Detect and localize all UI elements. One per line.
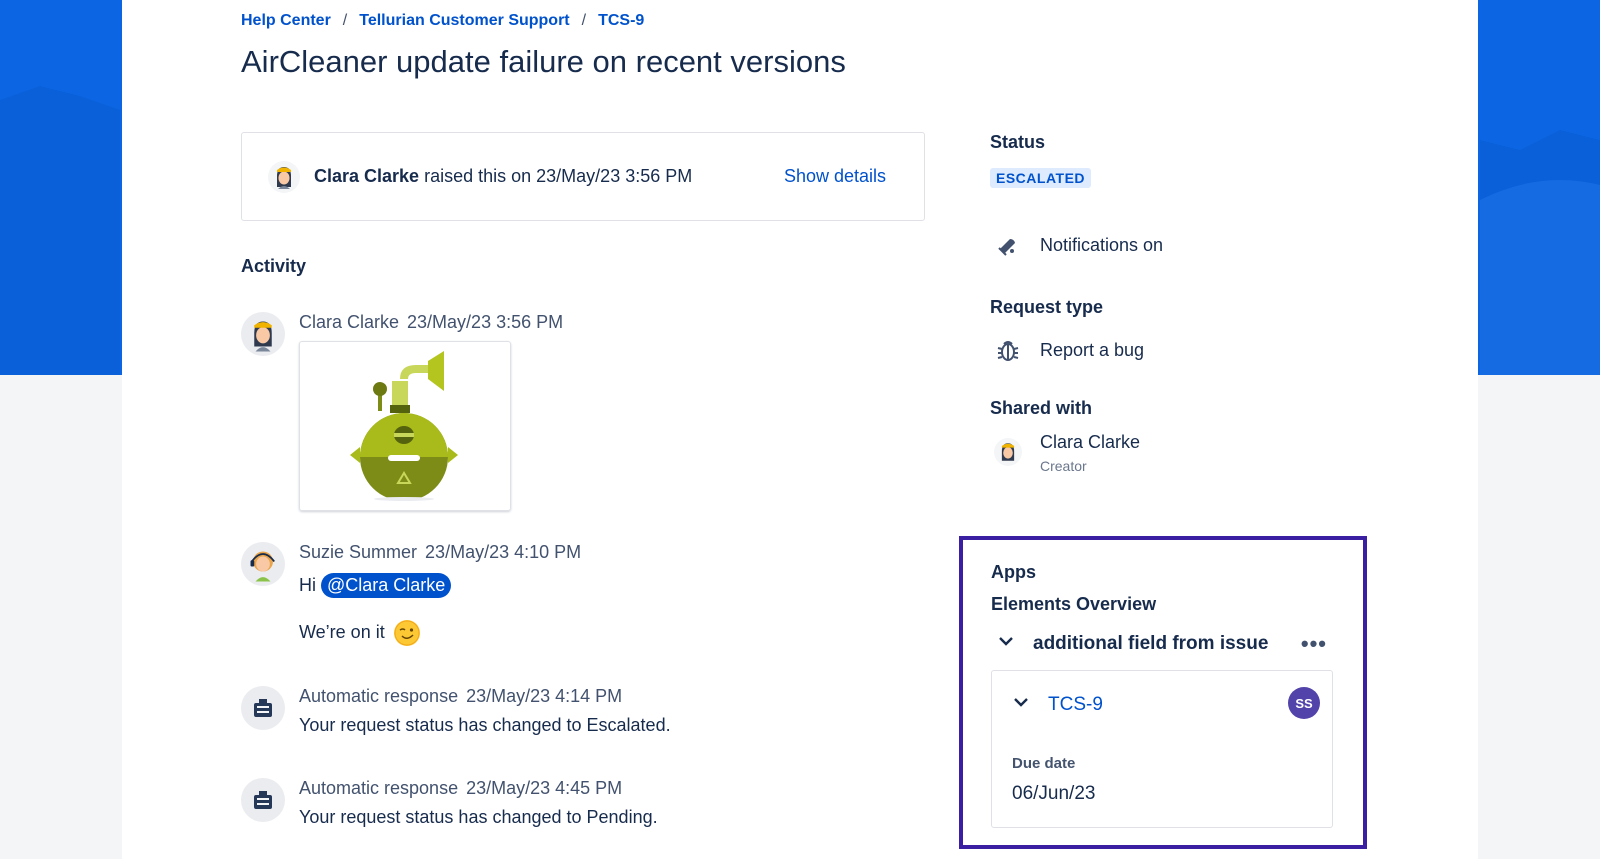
avatar [241,778,285,822]
breadcrumb-separator: / [581,12,587,29]
apps-title: Apps [991,562,1036,582]
author-name: Clara Clarke [299,312,400,332]
message-greeting: Hi [299,575,316,595]
message-text: Your request status has changed to Pendi… [299,807,658,827]
user-mention[interactable]: @Clara Clarke [321,573,452,598]
avatar [241,686,285,730]
show-details-link[interactable]: Show details [784,166,886,187]
elements-overview-title: Elements Overview [991,594,1157,614]
avatar [241,542,285,586]
notifications-toggle[interactable]: Notifications on [994,231,1163,259]
raised-name: Clara Clarke [314,166,420,186]
breadcrumb-project[interactable]: Tellurian Customer Support [359,12,569,30]
raised-text: Clara Clarke raised this on 23/May/23 3:… [314,166,692,187]
due-date-label: Due date [1012,755,1076,772]
message-text: Your request status has changed to Escal… [299,715,671,735]
section-header[interactable]: additional field from issue ••• [997,631,1327,657]
raised-date: raised this on 23/May/23 3:56 PM [424,166,693,186]
breadcrumb-help-center[interactable]: Help Center [241,12,331,30]
bug-icon [994,336,1022,364]
assignee-avatar: SS [1288,687,1320,719]
activity-entry: Automatic response 23/May/23 4:45 PM Your… [241,778,658,828]
request-card: Help Center / Tellurian Customer Support… [122,0,1478,859]
timestamp: 23/May/23 4:45 PM [466,778,623,798]
status-badge: ESCALATED [990,168,1092,188]
winking-face-icon [393,620,420,646]
avatar [994,438,1022,466]
request-type: Report a bug [994,336,1144,364]
shared-user-role: Creator [1040,458,1087,474]
chevron-down-icon[interactable] [1012,693,1030,716]
issue-card: TCS-9 SS Due date 06/Jun/23 [991,670,1333,828]
breadcrumb-issue[interactable]: TCS-9 [598,12,644,30]
timestamp: 23/May/23 3:56 PM [407,312,564,332]
author-name: Suzie Summer [299,542,418,562]
shared-user: Clara Clarke Creator [994,432,1140,474]
issue-header[interactable]: TCS-9 [1012,693,1103,716]
avatar [268,160,300,193]
robot-icon [254,791,272,809]
attachment-thumbnail[interactable] [299,341,511,511]
avatar [241,312,285,356]
apps-panel: Apps Elements Overview additional field … [959,536,1367,849]
page-title: AirCleaner update failure on recent vers… [241,44,846,79]
issue-key-link[interactable]: TCS-9 [1048,694,1103,716]
shared-with-label: Shared with [990,398,1093,418]
activity-entry: Suzie Summer 23/May/23 4:10 PM Hi @Clara … [241,542,581,646]
author-name: Automatic response [299,778,459,798]
bell-icon [994,231,1022,259]
request-type-value: Report a bug [1040,339,1145,360]
author-name: Automatic response [299,686,459,706]
due-date-value: 06/Jun/23 [1012,783,1096,804]
shared-user-name: Clara Clarke [1040,432,1141,452]
status-label: Status [990,132,1046,152]
activity-entry: Automatic response 23/May/23 4:14 PM Your… [241,686,671,736]
chevron-down-icon[interactable] [997,632,1015,655]
activity-entry: Clara Clarke 23/May/23 3:56 PM [241,312,563,511]
aircleaner-image [350,351,458,501]
breadcrumb-separator: / [342,12,348,29]
request-type-label: Request type [990,297,1104,317]
robot-icon [254,699,272,717]
timestamp: 23/May/23 4:10 PM [425,542,582,562]
more-options-icon[interactable]: ••• [1301,631,1327,657]
activity-heading: Activity [241,256,307,276]
raised-by-panel: Clara Clarke raised this on 23/May/23 3:… [241,132,925,221]
timestamp: 23/May/23 4:14 PM [466,686,623,706]
breadcrumb: Help Center / Tellurian Customer Support… [241,12,644,30]
section-label: additional field from issue [1033,632,1269,654]
message-text: We’re on it [299,621,385,642]
notifications-label: Notifications on [1040,234,1164,255]
